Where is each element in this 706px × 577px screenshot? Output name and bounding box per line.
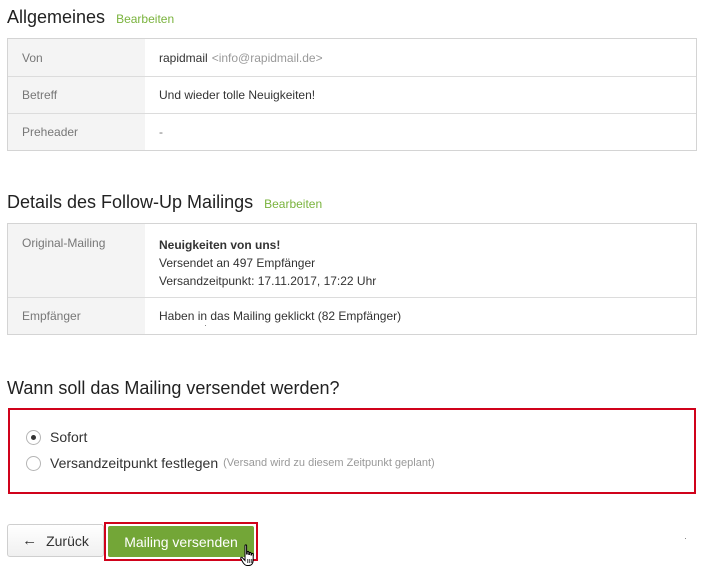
original-mailing-value: Neuigkeiten von uns! Versendet an 497 Em… bbox=[145, 224, 696, 297]
arrow-left-icon: ← bbox=[22, 532, 38, 549]
send-now-option[interactable]: Sofort bbox=[26, 429, 87, 445]
from-label: Von bbox=[8, 39, 145, 76]
recipients-value: Haben in das Mailing geklickt (82 Empfän… bbox=[159, 309, 402, 323]
back-button-label: Zurück bbox=[46, 532, 89, 549]
subject-row: Betreff Und wieder tolle Neuigkeiten! bbox=[8, 76, 696, 113]
subject-value: Und wieder tolle Neuigkeiten! bbox=[159, 88, 316, 102]
schedule-later-radio[interactable] bbox=[26, 455, 41, 471]
general-section-title: Allgemeines Bearbeiten bbox=[7, 7, 174, 28]
original-mailing-time: Versandzeitpunkt: 17.11.2017, 17:22 Uhr bbox=[159, 274, 377, 288]
recipients-label: Empfänger bbox=[8, 298, 145, 334]
schedule-later-label: Versandzeitpunkt festlegen bbox=[50, 455, 219, 471]
from-value: rapidmail <info@rapidmail.de> bbox=[145, 39, 696, 76]
subject-label: Betreff bbox=[8, 77, 145, 113]
followup-title: Details des Follow-Up Mailings bbox=[7, 192, 254, 212]
general-info-table: Von rapidmail <info@rapidmail.de> Betref… bbox=[7, 38, 697, 151]
from-name: rapidmail bbox=[159, 50, 208, 65]
general-title: Allgemeines bbox=[7, 7, 106, 27]
stray-dot bbox=[685, 538, 686, 539]
schedule-title: Wann soll das Mailing versendet werden? bbox=[7, 378, 340, 398]
from-row: Von rapidmail <info@rapidmail.de> bbox=[8, 39, 696, 76]
general-edit-link[interactable]: Bearbeiten bbox=[116, 12, 174, 26]
original-mailing-sent: Versendet an 497 Empfänger bbox=[159, 256, 316, 270]
preheader-row: Preheader - bbox=[8, 113, 696, 150]
followup-edit-link[interactable]: Bearbeiten bbox=[264, 197, 322, 211]
send-now-label: Sofort bbox=[50, 429, 88, 445]
followup-info-table: Original-Mailing Neuigkeiten von uns! Ve… bbox=[7, 223, 697, 335]
original-mailing-name: Neuigkeiten von uns! bbox=[159, 238, 281, 252]
from-email: <info@rapidmail.de> bbox=[211, 50, 323, 65]
stray-dot bbox=[205, 325, 206, 326]
send-mailing-button[interactable]: Mailing versenden bbox=[108, 526, 254, 557]
original-mailing-label: Original-Mailing bbox=[8, 224, 145, 297]
preheader-value: - bbox=[159, 125, 163, 139]
schedule-later-option[interactable]: Versandzeitpunkt festlegen (Versand wird… bbox=[26, 455, 435, 471]
schedule-later-hint: (Versand wird zu diesem Zeitpunkt geplan… bbox=[223, 457, 435, 469]
send-now-radio[interactable] bbox=[26, 429, 41, 445]
schedule-options-box: Sofort Versandzeitpunkt festlegen (Versa… bbox=[8, 408, 696, 494]
followup-section-title: Details des Follow-Up Mailings Bearbeite… bbox=[7, 192, 322, 213]
original-mailing-row: Original-Mailing Neuigkeiten von uns! Ve… bbox=[8, 224, 696, 297]
hand-pointer-cursor-icon bbox=[240, 544, 254, 566]
preheader-label: Preheader bbox=[8, 114, 145, 150]
recipients-row: Empfänger Haben in das Mailing geklickt … bbox=[8, 297, 696, 334]
back-button[interactable]: ← Zurück bbox=[7, 524, 104, 557]
